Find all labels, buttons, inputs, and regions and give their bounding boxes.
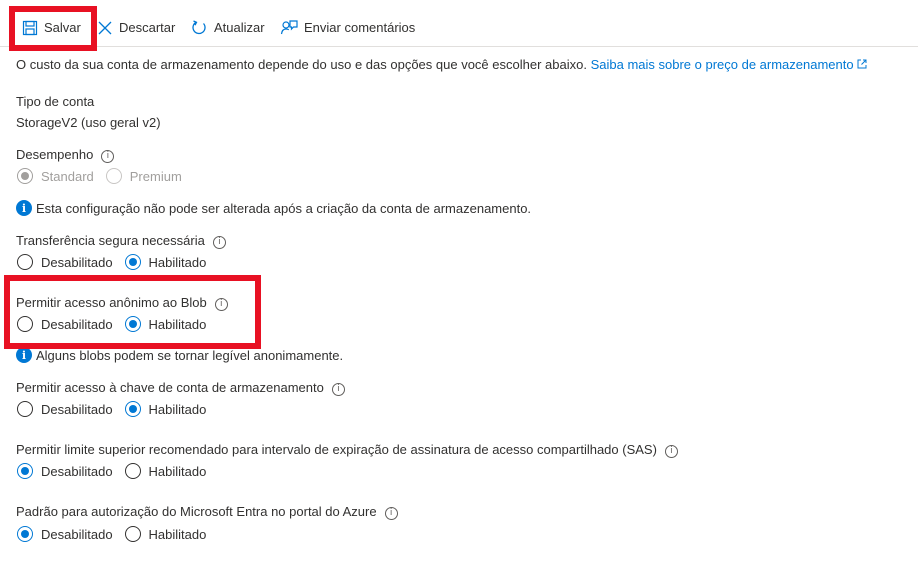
intro-paragraph: O custo da sua conta de armazenamento de…	[16, 56, 867, 74]
account-type-value: StorageV2 (uso geral v2)	[16, 115, 161, 130]
secure-transfer-disabled-label[interactable]: Desabilitado	[41, 255, 113, 270]
pricing-link[interactable]: Saiba mais sobre o preço de armazenament…	[591, 57, 868, 72]
key-access-radio-group: Desabilitado Habilitado	[17, 399, 218, 419]
refresh-icon	[190, 19, 208, 37]
performance-premium-label: Premium	[129, 168, 182, 184]
feedback-button[interactable]: Enviar comentários	[280, 14, 415, 42]
entra-default-label-row: Padrão para autorização do Microsoft Ent…	[16, 503, 398, 521]
entra-default-enabled-label[interactable]: Habilitado	[149, 527, 207, 542]
pricing-link-label: Saiba mais sobre o preço de armazenament…	[590, 57, 854, 72]
secure-transfer-enabled-radio[interactable]	[124, 254, 141, 270]
sas-limit-enabled-radio[interactable]	[124, 463, 141, 479]
info-icon[interactable]: i	[101, 150, 115, 163]
refresh-label: Atualizar	[214, 20, 265, 35]
performance-note: i Esta configuração não pode ser alterad…	[16, 198, 531, 218]
info-icon: i	[16, 200, 32, 216]
discard-label: Descartar	[119, 20, 176, 35]
info-icon[interactable]: i	[212, 236, 226, 249]
feedback-icon	[280, 19, 298, 37]
performance-premium-radio	[105, 168, 122, 184]
entra-default-disabled-label[interactable]: Desabilitado	[41, 527, 113, 542]
close-icon	[97, 20, 113, 36]
secure-transfer-disabled-radio[interactable]	[17, 254, 33, 270]
sas-limit-disabled-radio[interactable]	[17, 463, 33, 479]
entra-default-label: Padrão para autorização do Microsoft Ent…	[16, 504, 377, 519]
performance-radio-group: Standard Premium	[17, 166, 194, 186]
performance-label-row: Desempenho i	[16, 146, 115, 164]
feedback-label: Enviar comentários	[304, 20, 416, 35]
sas-limit-disabled-label[interactable]: Desabilitado	[41, 464, 113, 479]
sas-limit-label: Permitir limite superior recomendado par…	[16, 442, 657, 457]
secure-transfer-radio-group: Desabilitado Habilitado	[17, 252, 218, 272]
account-type-label: Tipo de conta	[16, 94, 95, 109]
intro-text: O custo da sua conta de armazenamento de…	[16, 57, 587, 72]
sas-limit-radio-group: Desabilitado Habilitado	[17, 461, 218, 481]
info-icon[interactable]: i	[384, 507, 398, 520]
external-link-icon	[857, 57, 867, 72]
key-access-enabled-label[interactable]: Habilitado	[149, 402, 207, 417]
sas-limit-enabled-label[interactable]: Habilitado	[149, 464, 207, 479]
performance-standard-radio	[17, 168, 33, 184]
secure-transfer-enabled-label[interactable]: Habilitado	[149, 255, 207, 270]
refresh-button[interactable]: Atualizar	[190, 14, 265, 42]
entra-default-enabled-radio[interactable]	[124, 526, 141, 542]
key-access-label-row: Permitir acesso à chave de conta de arma…	[16, 379, 345, 397]
anonymous-blob-highlight-box	[4, 275, 261, 349]
command-bar: Salvar Descartar Atualizar Enviar coment…	[0, 0, 918, 47]
anonymous-blob-note-text: Alguns blobs podem se tornar legível ano…	[36, 347, 344, 363]
secure-transfer-label: Transferência segura necessária	[16, 233, 205, 248]
key-access-enabled-radio[interactable]	[124, 401, 141, 417]
performance-note-text: Esta configuração não pode ser alterada …	[36, 200, 532, 216]
sas-limit-label-row: Permitir limite superior recomendado par…	[16, 441, 678, 459]
key-access-label: Permitir acesso à chave de conta de arma…	[16, 380, 324, 395]
entra-default-disabled-radio[interactable]	[17, 526, 33, 542]
save-highlight-box	[9, 6, 97, 51]
entra-default-radio-group: Desabilitado Habilitado	[17, 524, 218, 544]
performance-label: Desempenho	[16, 147, 94, 162]
secure-transfer-label-row: Transferência segura necessária i	[16, 232, 226, 250]
info-icon[interactable]: i	[331, 383, 345, 396]
discard-button[interactable]: Descartar	[97, 14, 175, 42]
performance-standard-label: Standard	[41, 168, 94, 184]
info-icon: i	[16, 347, 32, 363]
key-access-disabled-radio[interactable]	[17, 401, 33, 417]
key-access-disabled-label[interactable]: Desabilitado	[41, 402, 113, 417]
info-icon[interactable]: i	[664, 445, 678, 458]
